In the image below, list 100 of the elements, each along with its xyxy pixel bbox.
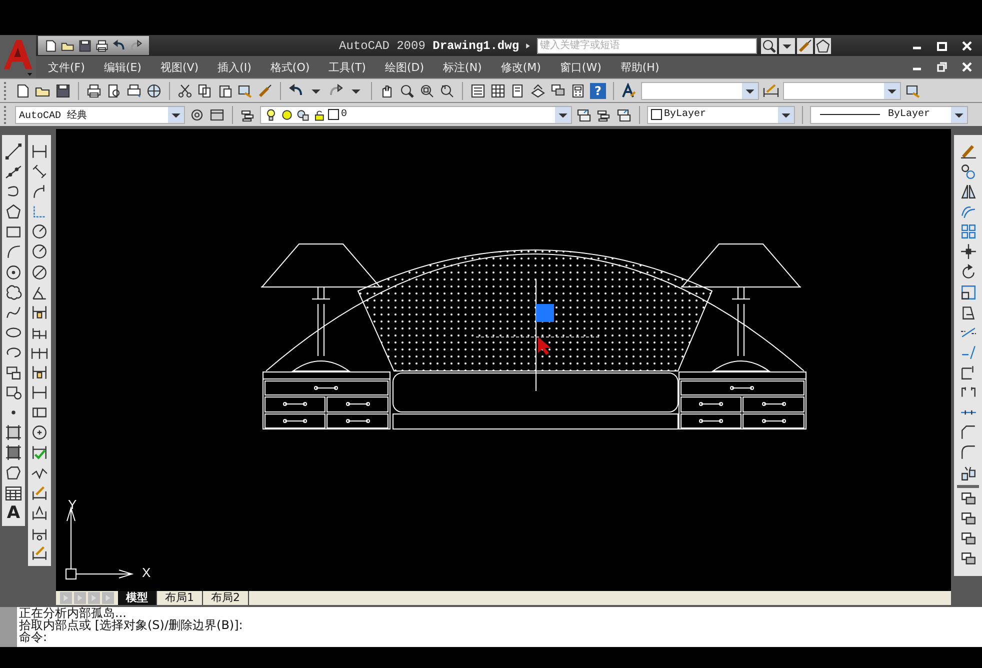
grid-icon[interactable] bbox=[490, 82, 506, 98]
restore-icon[interactable] bbox=[936, 61, 948, 73]
dimension-style-icon[interactable] bbox=[763, 82, 779, 98]
cloud-icon[interactable] bbox=[5, 284, 22, 301]
layout-tab[interactable]: 布局2 bbox=[203, 591, 249, 605]
linetype-dropdown[interactable]: ByLayer bbox=[810, 106, 968, 124]
search-field[interactable]: 键入关键字或短语 bbox=[537, 38, 758, 54]
dimension-text-icon[interactable] bbox=[31, 504, 48, 522]
polygon-icon[interactable] bbox=[5, 203, 22, 220]
hatch-icon[interactable] bbox=[5, 424, 22, 442]
quick-dimension-icon[interactable] bbox=[31, 304, 48, 321]
layer-match-icon[interactable] bbox=[616, 106, 632, 122]
text-style-icon[interactable] bbox=[621, 82, 637, 98]
line-icon[interactable] bbox=[5, 163, 22, 180]
close-icon[interactable] bbox=[961, 40, 973, 52]
undo-icon[interactable] bbox=[112, 38, 126, 52]
color-dropdown[interactable]: ByLayer bbox=[647, 106, 795, 124]
menu-item[interactable]: 格式(O) bbox=[270, 60, 310, 74]
layers-icon[interactable] bbox=[530, 82, 546, 98]
caret-icon[interactable] bbox=[168, 106, 184, 122]
menu-item[interactable]: 视图(V) bbox=[160, 60, 199, 74]
mirror-icon[interactable] bbox=[960, 183, 976, 200]
explode-icon[interactable] bbox=[960, 464, 976, 482]
dimension-break-icon[interactable] bbox=[31, 384, 48, 402]
caret-icon[interactable] bbox=[742, 82, 758, 98]
menu-item[interactable]: 修改(M) bbox=[500, 60, 541, 74]
dimension-style-icon[interactable] bbox=[31, 544, 48, 562]
text-tool-button[interactable]: A bbox=[6, 504, 20, 522]
copy-icon[interactable] bbox=[197, 82, 213, 98]
new-file-icon[interactable] bbox=[15, 82, 31, 98]
block-icon[interactable] bbox=[5, 384, 22, 402]
printer-icon[interactable] bbox=[126, 82, 142, 98]
aligned-dimension-icon[interactable] bbox=[31, 163, 48, 180]
calculator-icon[interactable] bbox=[570, 82, 586, 98]
zoom-icon[interactable] bbox=[399, 82, 415, 98]
menu-item[interactable]: 工具(T) bbox=[328, 60, 366, 74]
table-icon[interactable] bbox=[5, 484, 22, 502]
copy-object-icon[interactable] bbox=[960, 163, 976, 180]
layout-tab[interactable]: 布局1 bbox=[157, 591, 203, 605]
scale-icon[interactable] bbox=[960, 284, 976, 301]
menu-item[interactable]: 插入(I) bbox=[218, 60, 252, 74]
linear-dimension-icon[interactable] bbox=[31, 143, 48, 160]
menu-item[interactable]: 帮助(H) bbox=[620, 60, 660, 74]
menu-item[interactable]: 绘图(D) bbox=[384, 60, 424, 74]
workspace-icon[interactable] bbox=[209, 106, 225, 122]
table-style-icon[interactable] bbox=[905, 82, 921, 98]
layer-dropdown[interactable]: 0 bbox=[260, 106, 572, 124]
search-icon[interactable] bbox=[761, 38, 778, 54]
chamfer-icon[interactable] bbox=[960, 424, 976, 442]
print-preview-icon[interactable] bbox=[106, 82, 122, 98]
stack-icon[interactable] bbox=[550, 82, 566, 98]
save-icon[interactable] bbox=[55, 82, 71, 98]
menu-item[interactable]: 标注(N) bbox=[443, 60, 482, 74]
cut-icon[interactable] bbox=[177, 82, 193, 98]
drawing-canvas[interactable]: Y X bbox=[56, 129, 951, 591]
close-icon[interactable] bbox=[961, 61, 973, 73]
menu-item[interactable]: 编辑(E) bbox=[104, 60, 142, 74]
globe-icon[interactable] bbox=[146, 82, 162, 98]
caret-icon[interactable] bbox=[778, 106, 794, 122]
command-window-grip[interactable] bbox=[0, 607, 17, 647]
sun-icon[interactable] bbox=[280, 108, 294, 122]
break-at-point-icon[interactable] bbox=[960, 364, 976, 382]
line-icon[interactable] bbox=[5, 143, 22, 160]
properties-icon[interactable] bbox=[470, 82, 486, 98]
caret-icon[interactable] bbox=[951, 106, 967, 122]
menu-item[interactable]: 窗口(W) bbox=[560, 60, 602, 74]
gradient-icon[interactable] bbox=[5, 444, 22, 462]
zoom-previous-icon[interactable] bbox=[439, 82, 455, 98]
settings-icon[interactable] bbox=[189, 106, 205, 122]
fillet-icon[interactable] bbox=[960, 444, 976, 462]
inspection-icon[interactable] bbox=[31, 444, 48, 462]
caret-icon[interactable] bbox=[555, 106, 571, 122]
array-icon[interactable] bbox=[960, 223, 976, 240]
paste-icon[interactable] bbox=[217, 82, 233, 98]
light-bulb-icon[interactable] bbox=[264, 108, 278, 122]
eraser-icon[interactable] bbox=[960, 143, 976, 160]
stretch-icon[interactable] bbox=[960, 304, 976, 321]
insert-block-icon[interactable] bbox=[5, 364, 22, 382]
dimension-space-icon[interactable] bbox=[31, 364, 48, 382]
layer-state-icon[interactable] bbox=[576, 106, 592, 122]
print-icon[interactable] bbox=[95, 38, 109, 52]
diameter-icon[interactable] bbox=[31, 264, 48, 281]
dimension-edit-icon[interactable] bbox=[31, 484, 48, 502]
save-icon[interactable] bbox=[78, 38, 92, 52]
layout-tab[interactable]: 模型 bbox=[118, 591, 157, 605]
window-icon[interactable] bbox=[237, 82, 253, 98]
print-icon[interactable] bbox=[86, 82, 102, 98]
circle-icon[interactable] bbox=[5, 264, 22, 281]
center-mark-icon[interactable] bbox=[31, 424, 48, 442]
grip-square[interactable] bbox=[536, 304, 554, 322]
zoom-window-icon[interactable] bbox=[419, 82, 435, 98]
new-file-icon[interactable] bbox=[44, 38, 58, 52]
caret-icon[interactable] bbox=[779, 38, 796, 54]
rotate-icon[interactable] bbox=[960, 264, 976, 281]
arc-icon[interactable] bbox=[5, 243, 22, 260]
workspace-dropdown[interactable]: AutoCAD 经典 bbox=[15, 106, 185, 124]
menu-item[interactable]: 文件(F) bbox=[48, 60, 85, 74]
move-icon[interactable] bbox=[960, 243, 976, 260]
region-icon[interactable] bbox=[5, 464, 22, 482]
freeze-icon[interactable] bbox=[296, 108, 310, 122]
